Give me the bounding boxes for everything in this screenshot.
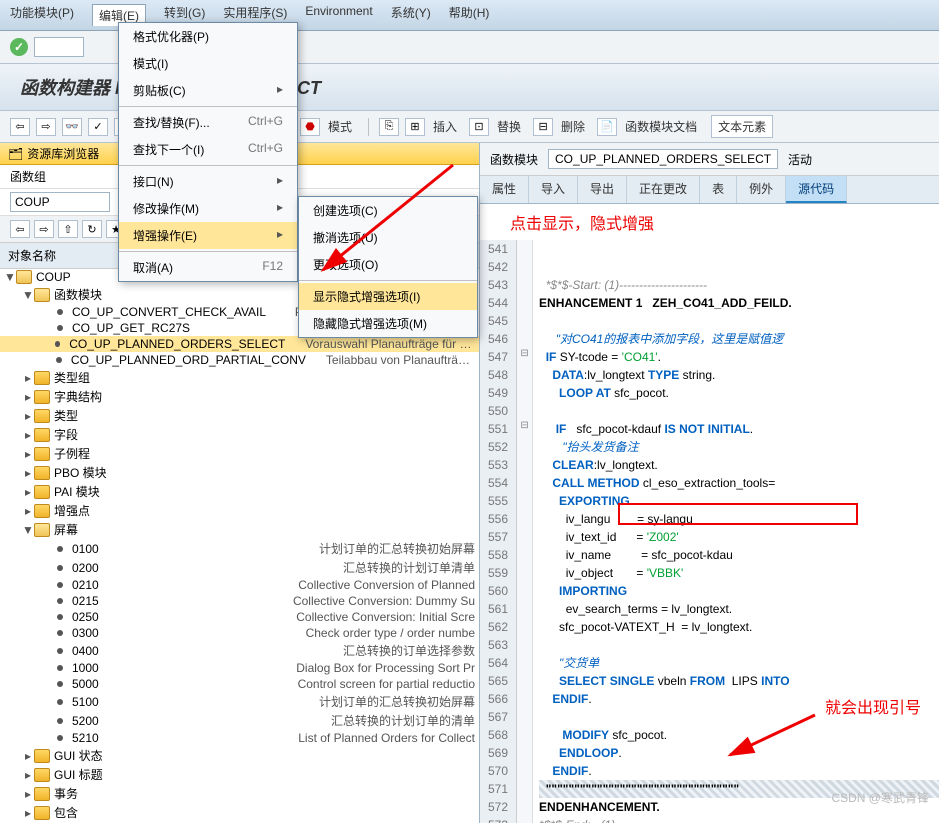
divider [368,118,369,136]
code-editor[interactable]: 5415425435445455465475485495505515525535… [480,240,939,823]
copy-icon[interactable]: ⎘ [379,118,399,136]
insert-icon[interactable]: ⊞ [405,118,425,136]
annotation-quote-appears: 就会出现引号 [825,694,921,718]
watermark: CSDN @寒武青锋 [831,789,929,806]
tree-row[interactable]: ▸PBO 模块 [0,463,479,482]
textels-label[interactable]: 文本元素 [711,115,773,138]
enhancement-submenu: 创建选项(C)撤消选项(U)更改选项(O) 显示隐式增强选项(I)隐藏隐式增强选项… [298,196,478,338]
pattern-label: 模式 [328,118,352,135]
menu-item[interactable]: 增强操作(E) [119,222,297,249]
check-icon[interactable]: ✓ [88,118,108,136]
menu-environment[interactable]: Environment [305,4,372,26]
nav-back-icon[interactable]: ⇦ [10,220,30,238]
submenu-item[interactable]: 显示隐式增强选项(I) [299,283,477,310]
fm-status: 活动 [788,151,812,168]
tree-row[interactable]: ▸事务 [0,784,479,803]
tab-1[interactable]: 导入 [529,176,578,203]
tree-row[interactable]: 0215Collective Conversion: Dummy Su [0,593,479,609]
back-icon[interactable]: ⇦ [10,118,30,136]
doc-icon[interactable]: 📄 [597,118,617,136]
delete-icon[interactable]: ⊟ [533,118,553,136]
tab-3[interactable]: 正在更改 [627,176,700,203]
menu-item[interactable]: 查找/替换(F)...Ctrl+G [119,109,297,136]
editor-panel: 函数模块 活动 属性导入导出正在更改表例外源代码 点击显示，隐式增强 54154… [480,143,939,823]
delete-label: 删除 [561,118,585,135]
tab-0[interactable]: 属性 [480,176,529,203]
tree-row[interactable]: 0100计划订单的汇总转换初始屏幕 [0,539,479,558]
tree-row[interactable]: ▸GUI 状态 [0,746,479,765]
tree-row[interactable]: 0300Check order type / order numbe [0,625,479,641]
annotation-click-show: 点击显示，隐式增强 [480,204,939,240]
tab-2[interactable]: 导出 [578,176,627,203]
tree-row[interactable]: ▸增强点 [0,501,479,520]
code-content[interactable]: *$*$-Start: (1)----------------------ENH… [533,240,939,823]
tree-row[interactable]: 5200汇总转换的计划订单的清单 [0,711,479,730]
tab-5[interactable]: 例外 [737,176,786,203]
menu-func-module[interactable]: 功能模块(P) [10,4,74,26]
tree-row[interactable]: 5000Control screen for partial reductio [0,676,479,692]
func-group-label: 函数组 [10,168,70,185]
tree-row[interactable]: 0200汇总转换的计划订单清单 [0,558,479,577]
menu-system[interactable]: 系统(Y) [391,4,431,26]
tree-row[interactable]: 1000Dialog Box for Processing Sort Pr [0,660,479,676]
menu-item[interactable]: 取消(A)F12 [119,254,297,281]
tab-6[interactable]: 源代码 [786,176,847,203]
fm-name-input[interactable] [548,149,778,169]
forward-icon[interactable]: ⇨ [36,118,56,136]
object-tree[interactable]: ▼COUP▼函数模块CO_UP_CONVERT_CHECK_AVAILPrüfu… [0,269,479,823]
menu-item[interactable]: 查找下一个(I)Ctrl+G [119,136,297,163]
menu-item[interactable]: 剪贴板(C) [119,77,297,104]
tree-row[interactable]: ▸GUI 标题 [0,765,479,784]
replace-label: 替换 [497,118,521,135]
display-icon[interactable]: 👓 [62,118,82,136]
menu-item[interactable]: 修改操作(M) [119,195,297,222]
func-group-input[interactable] [10,192,110,212]
nav-up-icon[interactable]: ⇧ [58,220,78,238]
tab-strip: 属性导入导出正在更改表例外源代码 [480,176,939,204]
tree-row[interactable]: CO_UP_PLANNED_ORD_PARTIAL_CONVTeilabbau … [0,352,479,368]
stop-icon[interactable]: ⬣ [300,118,320,136]
fm-label: 函数模块 [490,151,538,168]
tree-row[interactable]: 0210Collective Conversion of Planned [0,577,479,593]
repo-browser-label: 资源库浏览器 [27,145,99,162]
tree-row[interactable]: ▸字段 [0,425,479,444]
tree-row[interactable]: 0400汇总转换的订单选择参数 [0,641,479,660]
ok-icon[interactable]: ✓ [10,38,28,56]
replace-icon[interactable]: ⊡ [469,118,489,136]
menu-item[interactable]: 模式(I) [119,50,297,77]
tree-row[interactable]: 0250Collective Conversion: Initial Scre [0,609,479,625]
tree-row[interactable]: ▼屏幕 [0,520,479,539]
edit-dropdown: 格式优化器(P)模式(I)剪贴板(C) 查找/替换(F)...Ctrl+G查找下一… [118,22,298,282]
menu-help[interactable]: 帮助(H) [449,4,490,26]
tree-row[interactable]: ▸类型组 [0,368,479,387]
tree-row[interactable]: 5210List of Planned Orders for Collect [0,730,479,746]
command-field[interactable] [34,37,84,57]
line-number-gutter: 5415425435445455465475485495505515525535… [480,240,517,823]
submenu-item[interactable]: 撤消选项(U) [299,224,477,251]
repo-icon: 🗂 [8,147,23,161]
nav-fwd-icon[interactable]: ⇨ [34,220,54,238]
tree-row[interactable]: CO_UP_PLANNED_ORDERS_SELECTVorauswahl Pl… [0,336,479,352]
nav-refresh-icon[interactable]: ↻ [82,220,102,238]
tree-row[interactable]: ▸包含 [0,803,479,822]
insert-label: 插入 [433,118,457,135]
tree-row[interactable]: ▸类型 [0,406,479,425]
menu-item[interactable]: 接口(N) [119,168,297,195]
submenu-item[interactable]: 更改选项(O) [299,251,477,278]
tree-row[interactable]: 5100计划订单的汇总转换初始屏幕 [0,692,479,711]
submenu-item[interactable]: 隐藏隐式增强选项(M) [299,310,477,337]
tree-row[interactable]: ▸子例程 [0,444,479,463]
menu-item[interactable]: 格式优化器(P) [119,23,297,50]
tab-4[interactable]: 表 [700,176,737,203]
fold-column[interactable]: ⊟⊟ [517,240,533,823]
submenu-item[interactable]: 创建选项(C) [299,197,477,224]
funcdoc-label: 函数模块文档 [625,118,697,135]
tree-row[interactable]: ▸字典结构 [0,387,479,406]
tree-row[interactable]: ▸PAI 模块 [0,482,479,501]
